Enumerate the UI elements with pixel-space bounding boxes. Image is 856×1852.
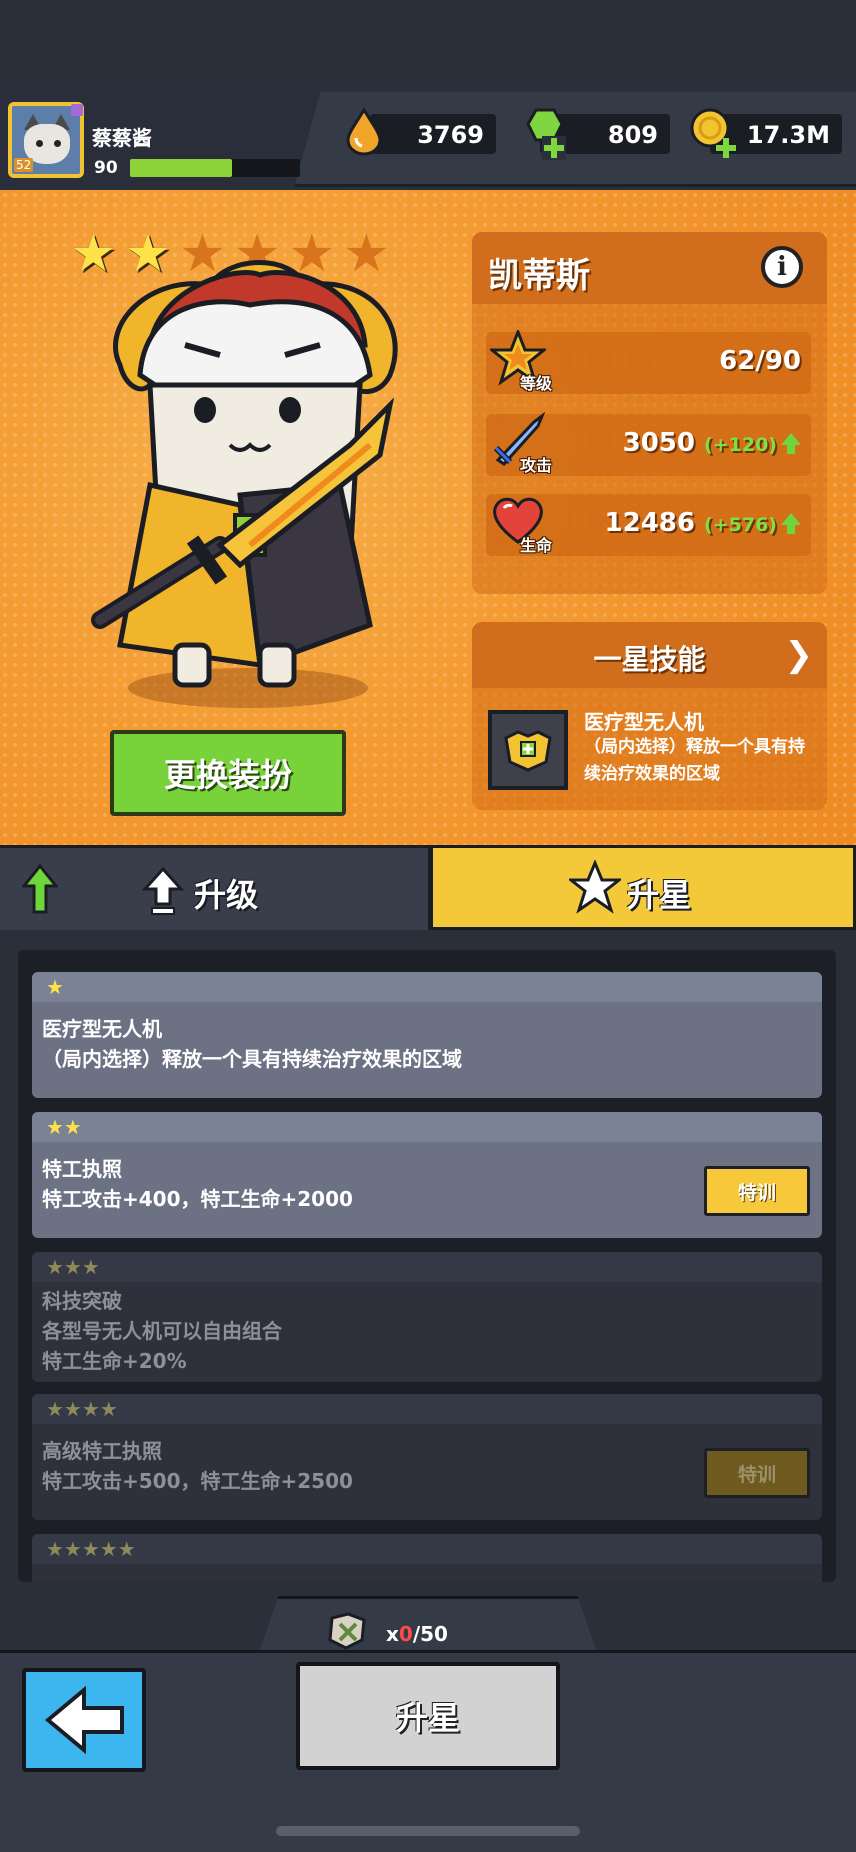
coin-plus-icon[interactable] [688,106,742,162]
skill-card[interactable]: 一星技能 ❯ 医疗型无人机 （局内选择）释放一个具有持续治疗效果的区域 [472,622,827,810]
back-arrow-icon [44,1685,124,1755]
skill-name: 医疗型无人机 [584,710,704,734]
xp-fill [130,159,232,177]
shard-cost: x0/50 [386,1622,448,1646]
hero-info-card: 凯蒂斯 i 等级 62/90 攻击 3050 (+120) 生命 12486 (… [472,232,827,594]
drop-icon [346,107,382,156]
player-level: 90 [94,158,118,178]
train-button[interactable]: 特训 [704,1166,810,1216]
stat-attack: 攻击 3050 (+120) [486,412,811,476]
chevron-right-icon[interactable]: ❯ [785,638,814,672]
drone-icon [504,730,552,772]
info-icon[interactable]: i [761,246,803,288]
star-rating: ★★★ [46,1255,100,1279]
notification-badge [71,104,83,116]
star-rating: ★★★★ [46,1397,118,1421]
stat-hp: 生命 12486 (+576) [486,494,811,556]
change-outfit-button[interactable]: 更换装扮 [110,730,346,816]
train-button-locked[interactable]: 特训 [704,1448,810,1498]
tab-upgrade[interactable]: 升级 [0,845,428,930]
increase-arrow-icon [781,513,801,534]
list-item-star-4: ★★★★ 高级特工执照 特工攻击+500，特工生命+2500 特训 [32,1394,822,1520]
green-up-arrow-icon [22,864,58,914]
star-upgrade-list[interactable]: ★ 医疗型无人机 （局内选择）释放一个具有持续治疗效果的区域 ★★ 特工执照 特… [18,950,836,1582]
upgrade-arrow-icon [142,866,184,915]
hero-character [91,260,398,688]
star-rating: ★★ [46,1115,82,1139]
list-item-star-1: ★ 医疗型无人机 （局内选择）释放一个具有持续治疗效果的区域 [32,972,822,1098]
currency-energy[interactable]: 3769 [370,114,496,154]
star-up-button[interactable]: 升星 [296,1662,560,1770]
gem-plus-icon[interactable] [516,106,570,162]
tab-starup[interactable]: 升星 [430,845,856,930]
skill-description: （局内选择）释放一个具有持续治疗效果的区域 [584,737,805,784]
list-item-star-5: ★★★★★ [32,1534,822,1582]
status-area [0,0,856,95]
stat-level: 等级 62/90 [486,330,811,394]
hero-shard-icon [328,1612,366,1650]
home-indicator[interactable] [276,1826,580,1836]
list-item-star-3: ★★★ 科技突破 各型号无人机可以自由组合 特工生命+20% [32,1252,822,1382]
tab-bar: 升级 升星 [0,845,856,930]
star-icon [569,860,621,914]
list-item-star-2: ★★ 特工执照 特工攻击+400，特工生命+2000 特训 [32,1112,822,1238]
skill-icon [488,710,568,790]
xp-bar [130,159,300,177]
skill-header: 一星技能 [593,643,706,676]
hero-panel: ★ ★ ★ ★ ★ ★ 更换装扮 凯蒂斯 i 等级 62/90 攻击 3050 … [0,190,856,845]
player-name: 蔡蔡酱 [92,126,152,150]
increase-arrow-icon [781,433,801,454]
star-rating: ★ [46,975,64,999]
back-button[interactable] [22,1668,146,1772]
hero-name: 凯蒂斯 [488,256,590,296]
star-rating: ★★★★★ [46,1537,136,1561]
avatar-tag: 52 [14,158,34,172]
